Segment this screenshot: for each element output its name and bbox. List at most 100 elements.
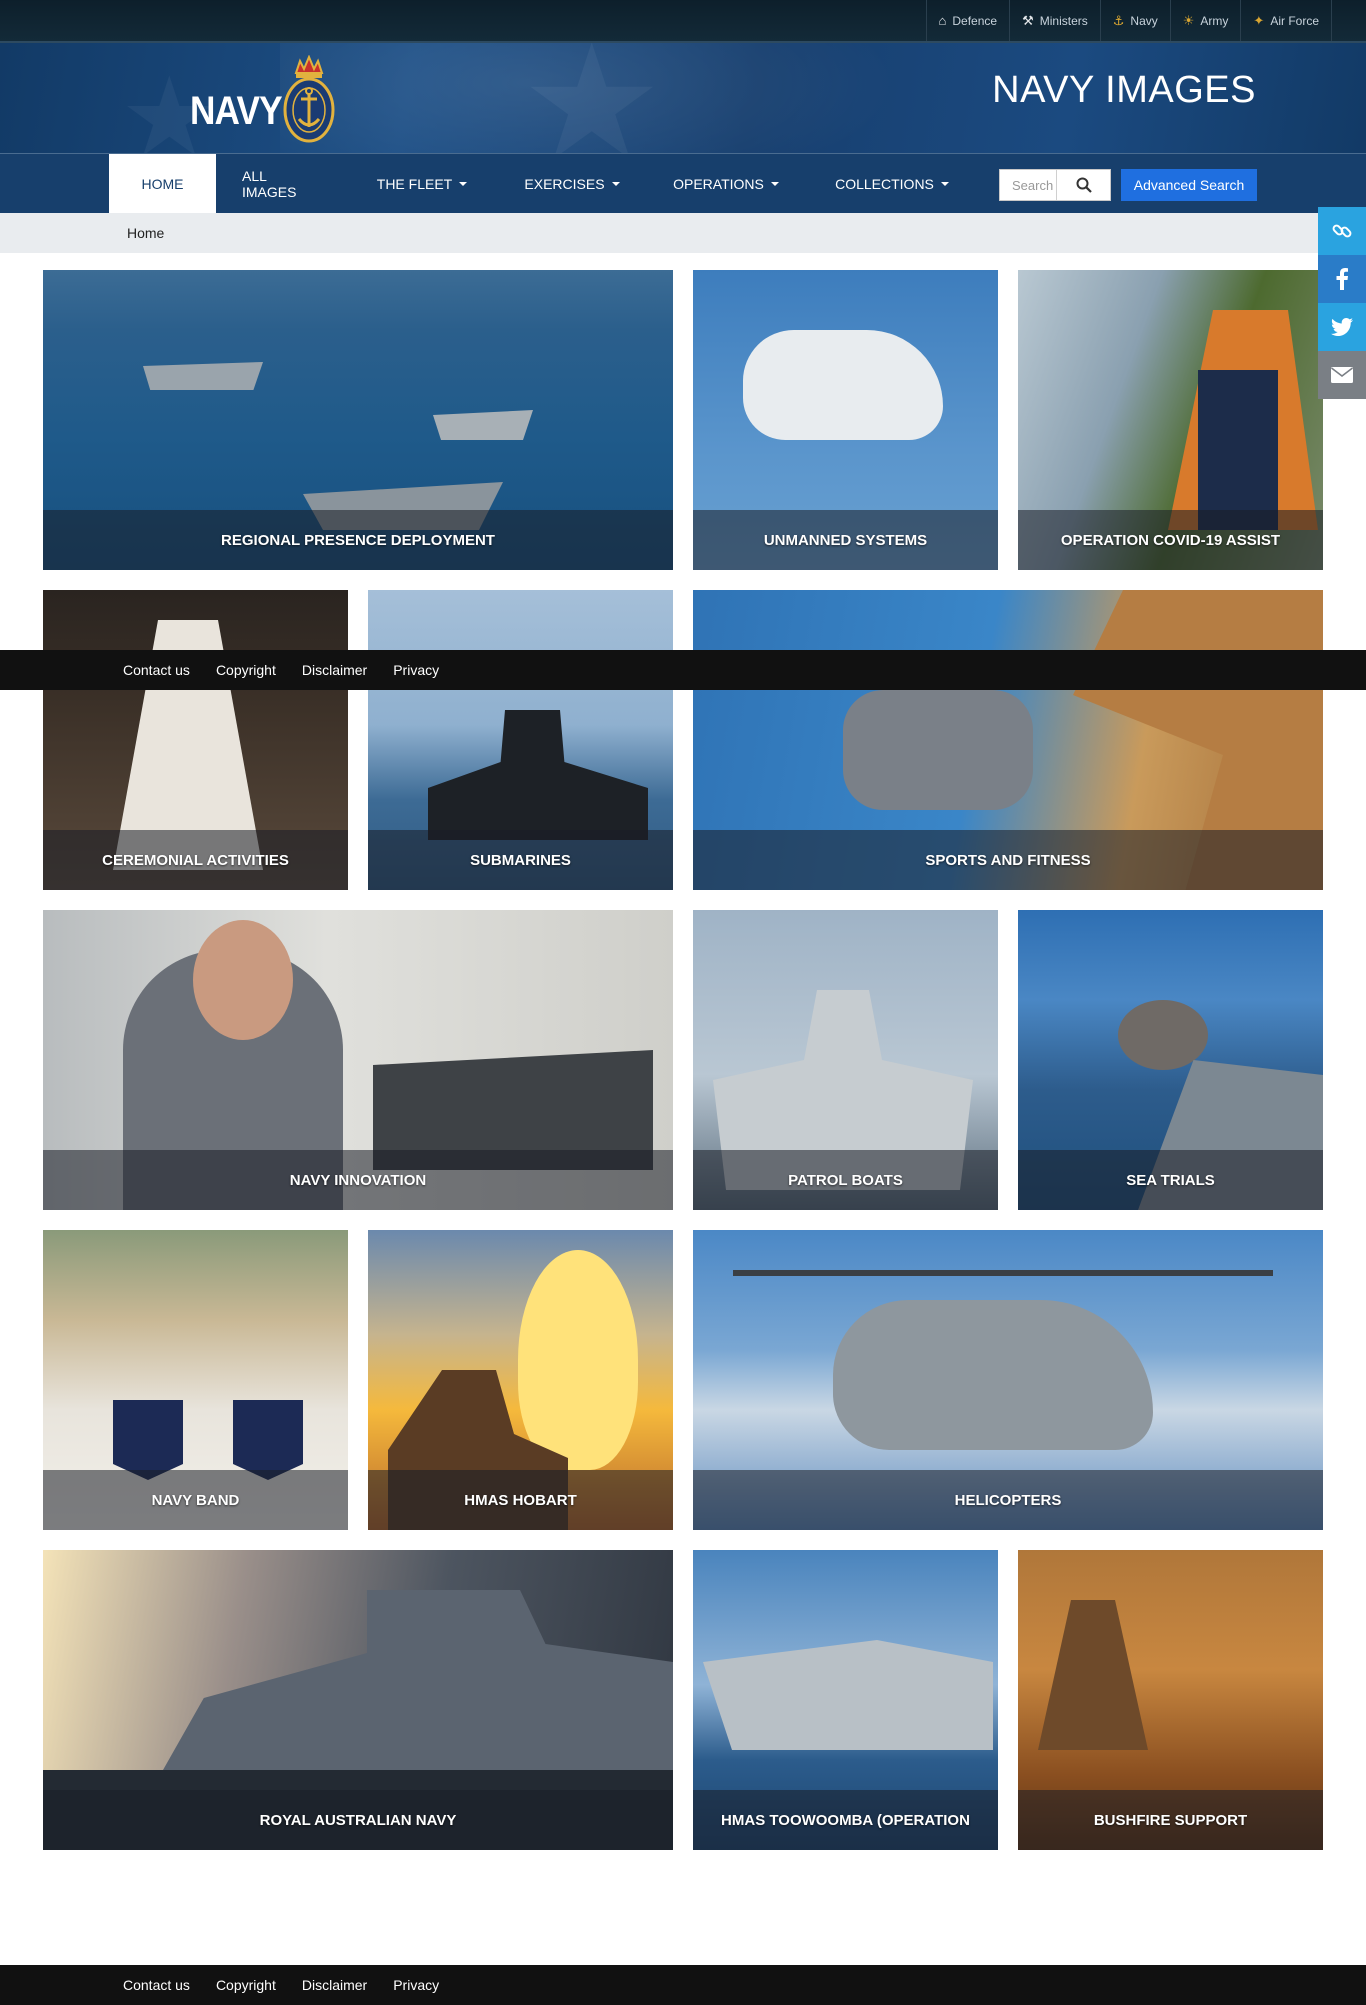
page-footer: Contact us Copyright Disclaimer Privacy bbox=[0, 1965, 1366, 2005]
caret-down-icon bbox=[770, 181, 779, 186]
footer-link-copyright[interactable]: Copyright bbox=[216, 662, 276, 678]
advanced-search-button[interactable]: Advanced Search bbox=[1121, 169, 1257, 201]
equipment-shape bbox=[373, 1050, 653, 1170]
collection-tile[interactable]: HMAS TOOWOOMBA (OPERATION bbox=[693, 1550, 998, 1850]
facebook-icon bbox=[1336, 268, 1348, 290]
footer-link-contact[interactable]: Contact us bbox=[123, 1977, 190, 1993]
missile-flame-shape bbox=[518, 1250, 638, 1470]
rotor-shape bbox=[733, 1270, 1273, 1276]
banner-star-decoration: ★ bbox=[520, 43, 664, 153]
tile-caption: SEA TRIALS bbox=[1018, 1150, 1323, 1210]
tile-caption: NAVY INNOVATION bbox=[43, 1150, 673, 1210]
ship-superstructure-shape bbox=[1038, 1600, 1148, 1750]
collection-tile[interactable]: CEREMONIAL ACTIVITIES bbox=[43, 590, 348, 890]
airforce-badge-icon: ✦ bbox=[1253, 13, 1265, 28]
collection-tile[interactable]: HELICOPTERS bbox=[693, 1230, 1323, 1530]
collection-tile[interactable]: UNMANNED SYSTEMS bbox=[693, 270, 998, 570]
email-share-button[interactable] bbox=[1318, 351, 1366, 399]
nav-item-label: OPERATIONS bbox=[673, 175, 764, 192]
collection-tile[interactable]: SPORTS AND FITNESS bbox=[693, 590, 1323, 890]
footer-link-privacy[interactable]: Privacy bbox=[393, 662, 439, 678]
helicopter-shape bbox=[743, 330, 943, 440]
breadcrumb: Home bbox=[0, 213, 1366, 253]
collection-tile[interactable]: REGIONAL PRESENCE DEPLOYMENT bbox=[43, 270, 673, 570]
nav-item-the-fleet[interactable]: THE FLEET bbox=[347, 154, 497, 213]
nav-item-exercises[interactable]: EXERCISES bbox=[497, 154, 647, 213]
social-share-bar bbox=[1318, 207, 1366, 399]
footer-link-disclaimer[interactable]: Disclaimer bbox=[302, 1977, 367, 1993]
climber-shape bbox=[843, 690, 1033, 810]
twitter-icon bbox=[1331, 318, 1353, 336]
footer-link-contact[interactable]: Contact us bbox=[123, 662, 190, 678]
nav-item-collections[interactable]: COLLECTIONS bbox=[805, 154, 979, 213]
twitter-share-button[interactable] bbox=[1318, 303, 1366, 351]
utility-link-defence[interactable]: ⌂ Defence bbox=[925, 0, 1010, 41]
nav-item-home[interactable]: HOME bbox=[109, 154, 216, 213]
nav-item-operations[interactable]: OPERATIONS bbox=[647, 154, 805, 213]
email-icon bbox=[1331, 367, 1353, 383]
collection-tile[interactable]: SEA TRIALS bbox=[1018, 910, 1323, 1210]
army-badge-icon: ☀ bbox=[1182, 13, 1195, 28]
nav-item-label: EXERCISES bbox=[524, 175, 605, 192]
footer-link-privacy[interactable]: Privacy bbox=[393, 1977, 439, 1993]
utility-link-air-force[interactable]: ✦ Air Force bbox=[1240, 0, 1332, 41]
person-shape bbox=[1198, 370, 1278, 530]
nav-item-label: THE FLEET bbox=[376, 175, 453, 192]
banner-flag-shape bbox=[113, 1400, 183, 1480]
collection-tile[interactable]: NAVY INNOVATION bbox=[43, 910, 673, 1210]
frigate-shape bbox=[163, 1590, 673, 1770]
collection-tile[interactable]: HMAS HOBART bbox=[368, 1230, 673, 1530]
page-title: NAVY IMAGES bbox=[992, 69, 1256, 111]
utility-bar: ⌂ Defence ⚒ Ministers ⚓ Navy ☀ Army ✦ Ai… bbox=[0, 0, 1366, 43]
navy-logo-text[interactable]: NAVY bbox=[190, 89, 283, 134]
sticky-footer-bar: Contact us Copyright Disclaimer Privacy bbox=[0, 650, 1366, 690]
search-button[interactable] bbox=[1056, 170, 1110, 200]
submarine-shape bbox=[428, 710, 648, 840]
utility-link-ministers[interactable]: ⚒ Ministers bbox=[1009, 0, 1100, 41]
utility-link-label: Defence bbox=[952, 13, 998, 28]
ship-shape bbox=[143, 362, 263, 390]
utility-link-label: Army bbox=[1200, 13, 1229, 28]
home-icon: ⌂ bbox=[938, 13, 947, 28]
ship-shape bbox=[433, 410, 533, 440]
navy-crest-icon[interactable] bbox=[282, 55, 336, 145]
utility-links: ⌂ Defence ⚒ Ministers ⚓ Navy ☀ Army ✦ Ai… bbox=[925, 0, 1332, 41]
utility-link-label: Air Force bbox=[1270, 13, 1319, 28]
smoke-shape bbox=[1118, 1000, 1208, 1070]
main-navigation: HOME ALL IMAGES THE FLEET EXERCISES OPER… bbox=[0, 153, 1366, 213]
tile-caption: ROYAL AUSTRALIAN NAVY bbox=[43, 1790, 673, 1850]
collection-tile[interactable]: PATROL BOATS bbox=[693, 910, 998, 1210]
footer-link-disclaimer[interactable]: Disclaimer bbox=[302, 662, 367, 678]
collection-tile[interactable]: NAVY BAND bbox=[43, 1230, 348, 1530]
caret-down-icon bbox=[940, 181, 949, 186]
copy-link-button[interactable] bbox=[1318, 207, 1366, 255]
ship-shape bbox=[703, 1640, 993, 1750]
utility-link-army[interactable]: ☀ Army bbox=[1169, 0, 1241, 41]
utility-link-navy[interactable]: ⚓ Navy bbox=[1099, 0, 1170, 41]
tile-caption: REGIONAL PRESENCE DEPLOYMENT bbox=[43, 510, 673, 570]
tile-caption: HMAS TOOWOOMBA (OPERATION bbox=[693, 1790, 998, 1850]
collection-tile[interactable]: ROYAL AUSTRALIAN NAVY bbox=[43, 1550, 673, 1850]
collection-tile[interactable]: SUBMARINES bbox=[368, 590, 673, 890]
face-shape bbox=[193, 920, 293, 1040]
search-input[interactable] bbox=[1000, 170, 1056, 200]
footer-links: Contact us Copyright Disclaimer Privacy bbox=[123, 1965, 439, 2005]
tile-caption: UNMANNED SYSTEMS bbox=[693, 510, 998, 570]
navy-badge-icon: ⚓ bbox=[1112, 13, 1125, 28]
banner-flag-shape bbox=[233, 1400, 303, 1480]
search-box bbox=[999, 169, 1111, 201]
caret-down-icon bbox=[459, 181, 468, 186]
utility-link-label: Ministers bbox=[1039, 13, 1088, 28]
facebook-share-button[interactable] bbox=[1318, 255, 1366, 303]
breadcrumb-home[interactable]: Home bbox=[127, 225, 164, 241]
collection-tile[interactable]: BUSHFIRE SUPPORT bbox=[1018, 1550, 1323, 1850]
collection-tile[interactable]: OPERATION COVID-19 ASSIST bbox=[1018, 270, 1323, 570]
footer-links: Contact us Copyright Disclaimer Privacy bbox=[123, 650, 439, 690]
nav-item-label: COLLECTIONS bbox=[835, 175, 934, 192]
footer-link-copyright[interactable]: Copyright bbox=[216, 1977, 276, 1993]
search-icon bbox=[1076, 177, 1092, 193]
tile-caption: NAVY BAND bbox=[43, 1470, 348, 1530]
nav-item-all-images[interactable]: ALL IMAGES bbox=[216, 154, 347, 213]
tile-caption: HELICOPTERS bbox=[693, 1470, 1323, 1530]
site-banner: ★ ★ NAVY NAVY IMAGES bbox=[0, 43, 1366, 153]
